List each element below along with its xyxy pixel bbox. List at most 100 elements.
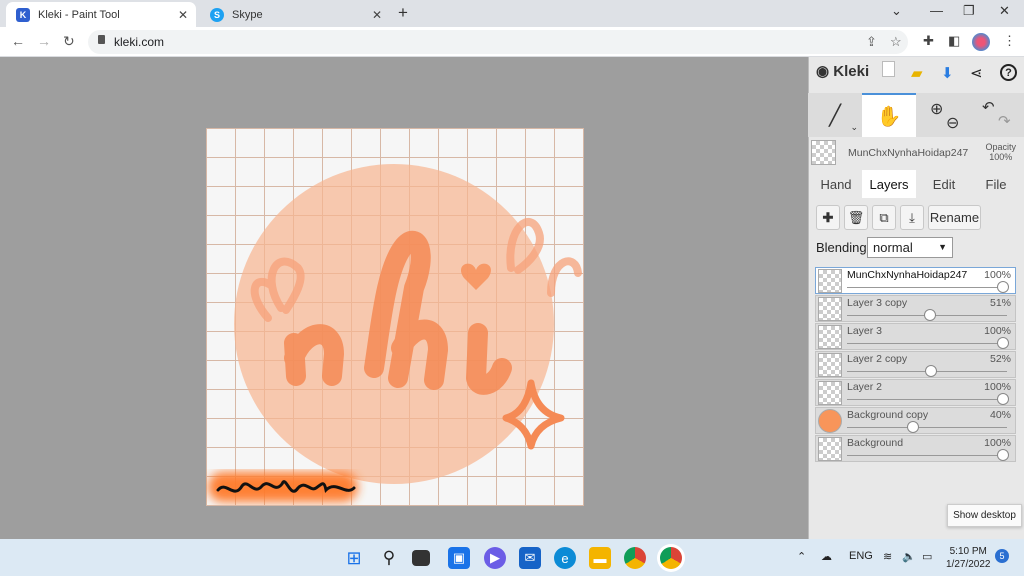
tray-chevron-up-icon[interactable]: ⌃ [797, 550, 806, 563]
brush-icon: ╱ [828, 104, 842, 127]
wifi-icon[interactable]: ≋ [883, 550, 892, 563]
opacity-slider-knob[interactable] [923, 309, 936, 321]
tab-search-chevron-icon[interactable]: ⌄ [891, 3, 902, 19]
new-tab-icon[interactable]: + [398, 3, 408, 23]
hand-icon: ✋ [876, 105, 902, 128]
side-panel-icon[interactable]: ◧ [948, 33, 960, 49]
opacity-slider-knob[interactable] [925, 365, 937, 377]
layer-row[interactable]: Layer 3 copy 51% [815, 295, 1016, 322]
layer-row[interactable]: Layer 2 copy 52% [815, 351, 1016, 378]
system-clock[interactable]: 5:10 PM 1/27/2022 [946, 545, 991, 571]
bookmark-star-icon[interactable]: ☆ [890, 34, 902, 50]
duplicate-icon: ⧉ [879, 209, 889, 225]
opacity-slider-knob[interactable] [997, 337, 1009, 349]
layer-name: Layer 2 [847, 381, 883, 393]
tab-hand[interactable]: Hand [810, 170, 862, 198]
opacity-slider-track[interactable] [847, 287, 1007, 288]
tab-layers[interactable]: Layers [862, 170, 916, 198]
battery-icon[interactable]: ▭ [922, 550, 932, 563]
add-layer-button[interactable]: ✚ [816, 205, 840, 230]
opacity-slider-track[interactable] [847, 427, 1007, 428]
help-icon[interactable]: ? [1000, 64, 1017, 81]
tab-edit[interactable]: Edit [918, 170, 970, 198]
chat-icon[interactable]: ▶ [484, 547, 506, 569]
chevron-down-icon[interactable]: ⌄ [850, 122, 858, 133]
tab-title: Kleki - Paint Tool [38, 8, 120, 21]
open-folder-icon[interactable]: ▰ [911, 64, 923, 82]
tab-skype[interactable]: S Skype ✕ [200, 2, 390, 27]
language-indicator[interactable]: ENG [849, 550, 873, 562]
url-field[interactable]: kleki.com ⇪ ☆ [88, 30, 908, 54]
mail-icon[interactable]: ✉ [519, 547, 541, 569]
merge-layer-button[interactable]: ⤓ [900, 205, 924, 230]
time: 5:10 PM [949, 546, 987, 557]
layer-name: MunChxNynhaHoidap247 [847, 269, 968, 281]
current-layer-name: MunChxNynhaHoidap247 [848, 147, 969, 159]
brush-tool[interactable]: ╱ ⌄ [808, 93, 862, 137]
layer-row[interactable]: Background copy 40% [815, 407, 1016, 434]
share-icon[interactable]: ⇪ [866, 34, 877, 50]
notification-badge[interactable]: 5 [995, 549, 1009, 563]
blending-select[interactable]: normal ▼ [867, 237, 953, 258]
back-icon[interactable]: ← [11, 33, 25, 49]
layer-opacity: 51% [989, 297, 1011, 309]
file-explorer-icon[interactable]: ▬ [589, 547, 611, 569]
tab-file[interactable]: File [970, 170, 1022, 198]
blending-label: Blending [816, 240, 867, 255]
layer-thumbnail [818, 297, 842, 321]
zoom-out-icon[interactable]: ⊖ [946, 113, 959, 133]
edge-icon[interactable]: e [554, 547, 576, 569]
layer-thumbnail [818, 409, 842, 433]
opacity-slider-track[interactable] [847, 455, 1007, 456]
plus-icon: ✚ [822, 209, 834, 225]
extensions-icon[interactable]: ✚ [923, 33, 934, 49]
task-view-icon[interactable] [412, 550, 430, 566]
close-icon[interactable]: ✕ [372, 8, 382, 22]
share-icon[interactable]: ⋖ [970, 64, 983, 82]
restore-icon[interactable]: ❐ [963, 3, 975, 19]
undo-icon[interactable]: ↶ [982, 98, 995, 116]
menu-dots-icon[interactable]: ⋮ [1003, 33, 1016, 49]
profile-avatar[interactable] [972, 33, 990, 51]
kleki-favicon-icon: K [16, 7, 30, 22]
opacity-slider-knob[interactable] [997, 449, 1009, 461]
forward-icon[interactable]: → [37, 33, 51, 49]
minimize-icon[interactable]: — [930, 3, 943, 18]
layer-name: Background copy [847, 409, 929, 421]
delete-layer-button[interactable]: 🗑 [844, 205, 868, 230]
trash-icon: 🗑 [847, 209, 865, 225]
redo-icon[interactable]: ↷ [998, 112, 1011, 130]
layer-row[interactable]: MunChxNynhaHoidap247 100% [815, 267, 1016, 294]
close-icon[interactable]: ✕ [178, 8, 188, 22]
hand-tool[interactable]: ✋ [862, 93, 916, 137]
volume-icon[interactable]: 🔈 [902, 550, 916, 563]
new-image-icon[interactable] [882, 61, 895, 77]
layer-thumbnail [818, 437, 842, 461]
chrome-icon[interactable] [624, 547, 646, 569]
panel-tabs: Hand Layers Edit File [808, 170, 1024, 198]
tab-kleki[interactable]: K Kleki - Paint Tool ✕ [6, 2, 196, 27]
layer-row[interactable]: Layer 3 100% [815, 323, 1016, 350]
zoom-in-icon[interactable]: ⊕ [930, 99, 943, 119]
onedrive-cloud-icon[interactable]: ☁ [821, 550, 832, 563]
layer-thumbnail [818, 269, 842, 293]
layer-row[interactable]: Background 100% [815, 435, 1016, 462]
opacity-slider-track[interactable] [847, 343, 1007, 344]
chrome-profile-icon[interactable] [660, 547, 682, 569]
layer-row[interactable]: Layer 2 100% [815, 379, 1016, 406]
rename-layer-button[interactable]: Rename [928, 205, 981, 230]
opacity-slider-knob[interactable] [997, 281, 1009, 293]
skype-favicon-icon: S [210, 7, 224, 22]
start-windows-icon[interactable]: ⊞ [343, 547, 365, 569]
opacity-slider-knob[interactable] [907, 421, 919, 433]
duplicate-layer-button[interactable]: ⧉ [872, 205, 896, 230]
download-icon[interactable]: ⬇ [941, 64, 954, 82]
history-tools: ↶ ↷ [972, 93, 1022, 137]
reload-icon[interactable]: ↻ [63, 33, 75, 50]
window-close-icon[interactable]: ✕ [999, 3, 1010, 19]
opacity-slider-knob[interactable] [997, 393, 1009, 405]
search-icon[interactable]: ⚲ [378, 547, 400, 569]
opacity-slider-track[interactable] [847, 399, 1007, 400]
drawing-canvas[interactable] [206, 128, 584, 506]
widgets-icon[interactable]: ▣ [448, 547, 470, 569]
